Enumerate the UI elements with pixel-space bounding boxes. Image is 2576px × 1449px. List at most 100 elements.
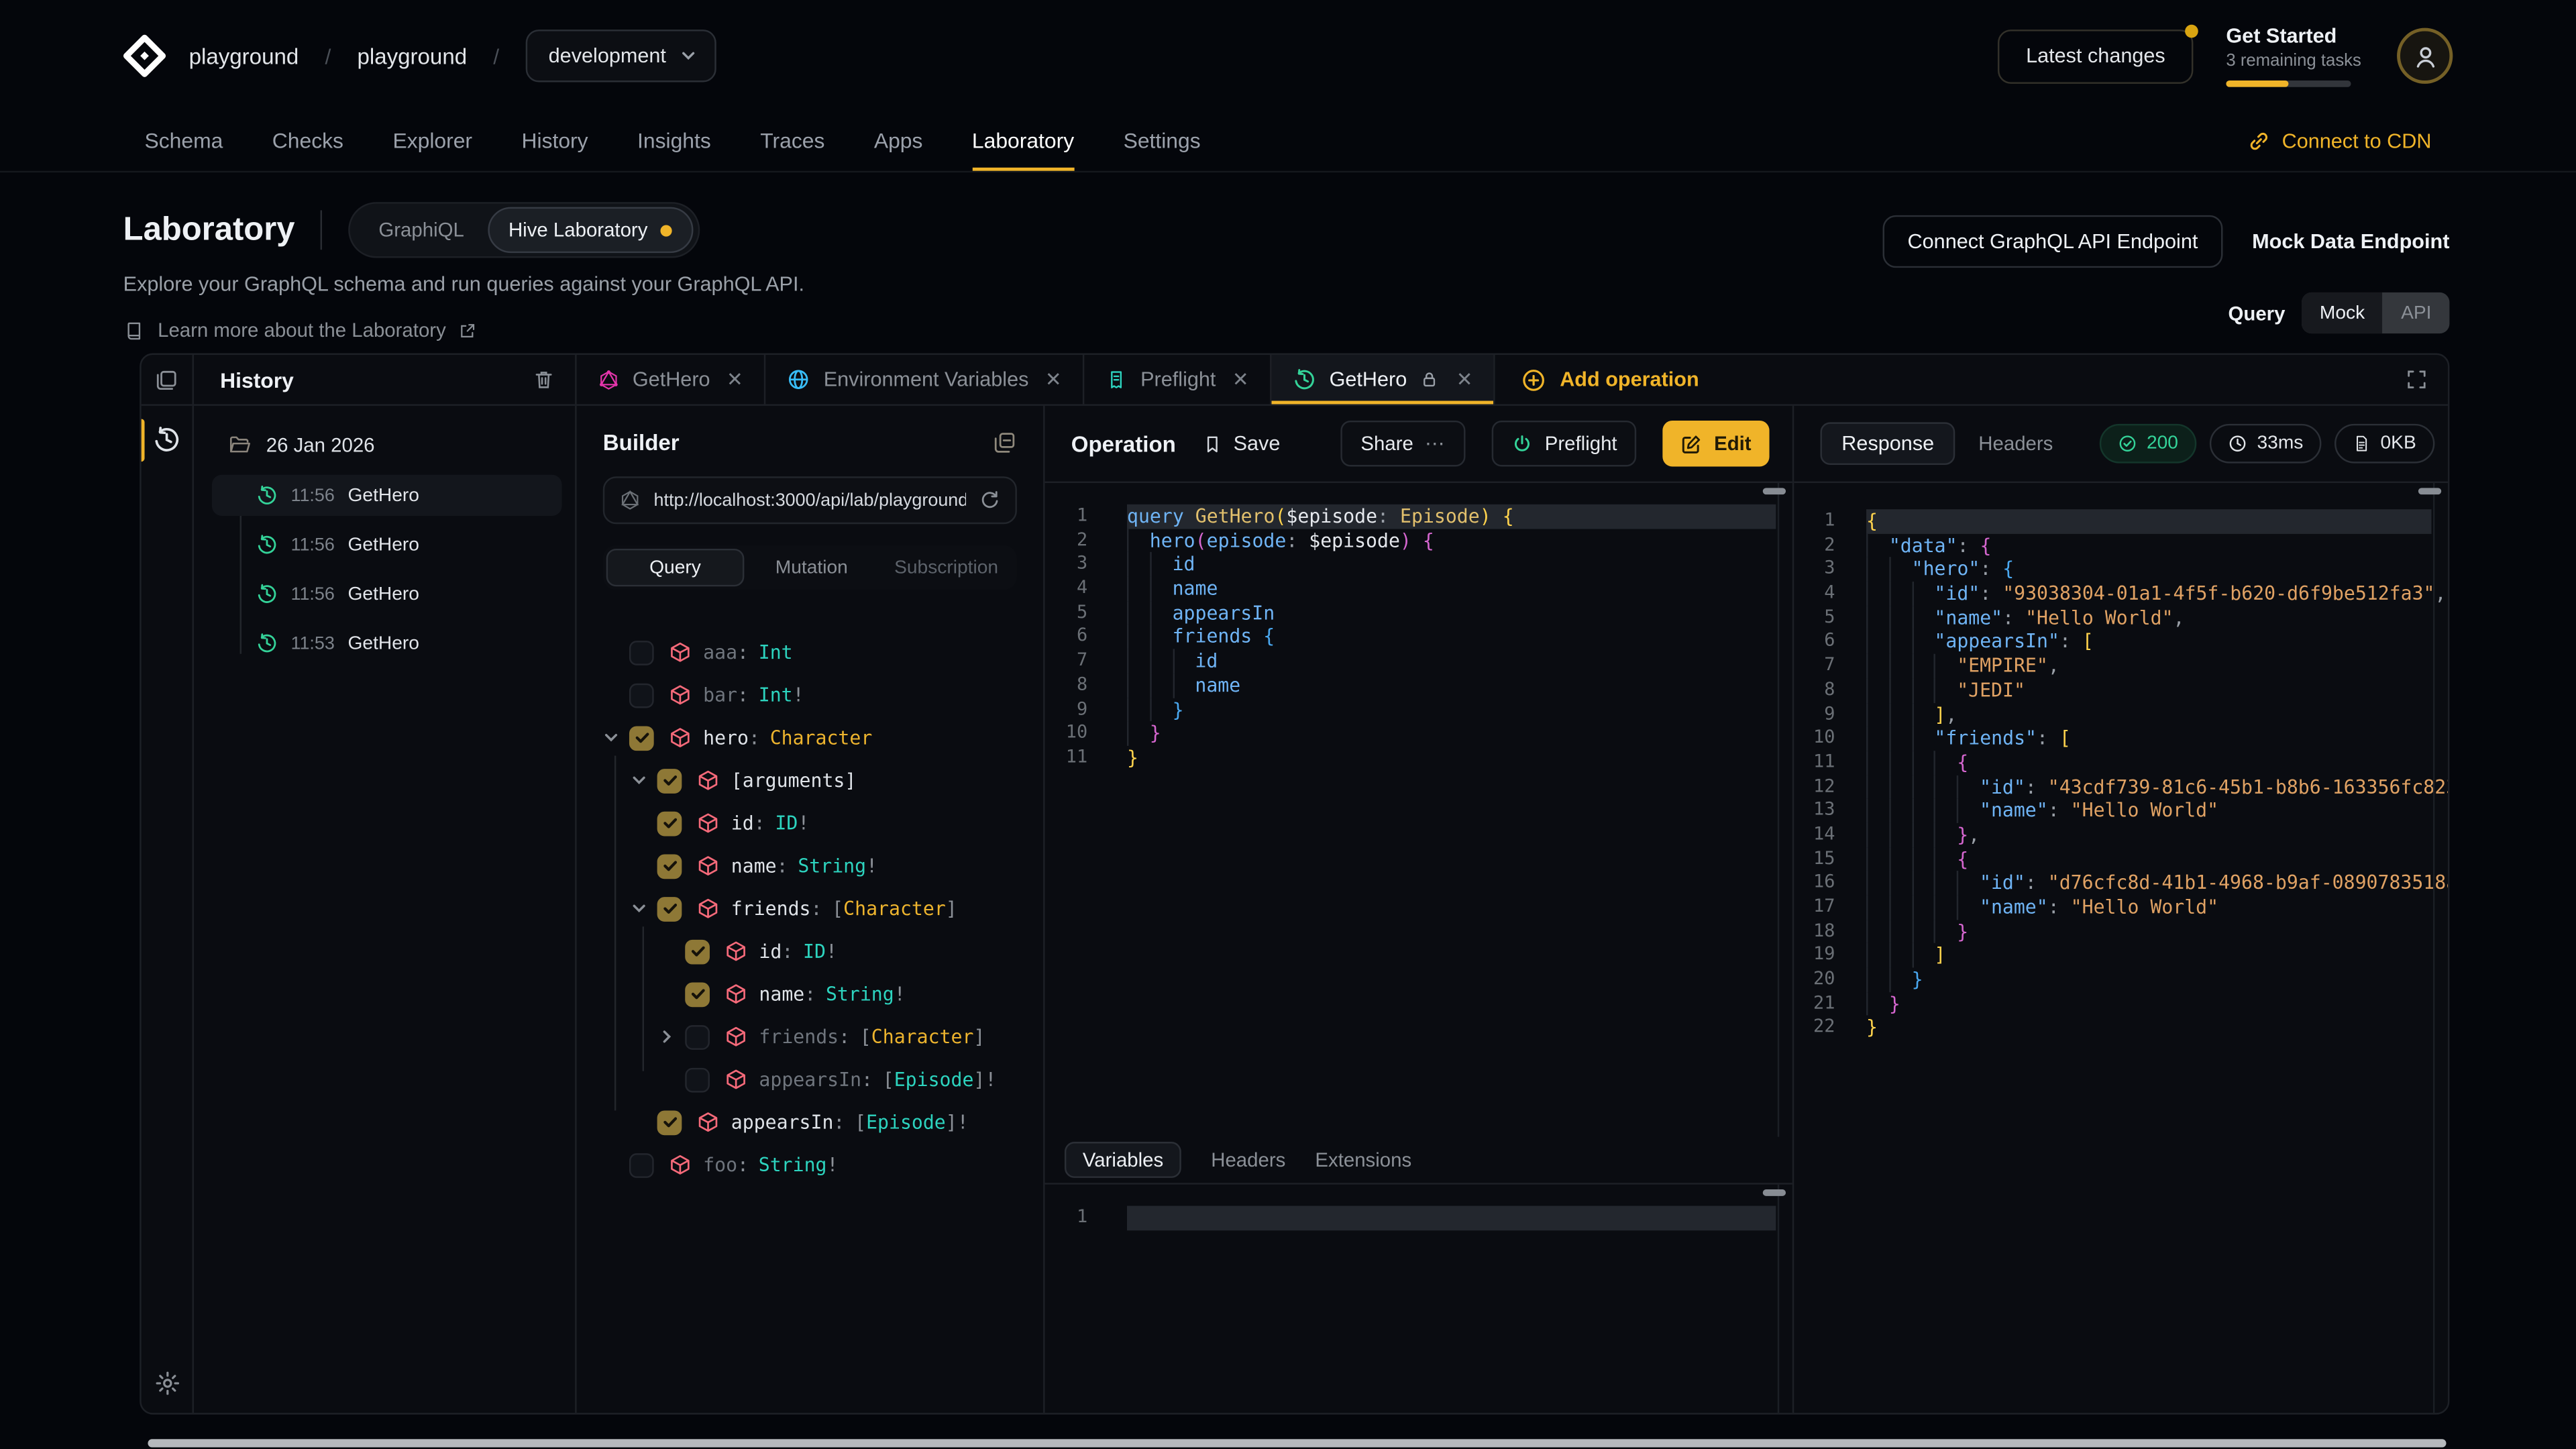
history-item[interactable]: 11:53GetHero	[212, 623, 562, 663]
field-checkbox[interactable]	[629, 683, 654, 708]
field-row-friends[interactable]: friends:[Character]	[603, 1015, 1017, 1058]
breadcrumb-org[interactable]: playground	[189, 44, 299, 68]
hive-laboratory-app: playground / playground / development La…	[0, 0, 2576, 1449]
field-checkbox[interactable]	[685, 1067, 710, 1092]
nav-item-checks[interactable]: Checks	[272, 112, 343, 171]
connect-endpoint-button[interactable]: Connect GraphQL API Endpoint	[1883, 215, 2222, 268]
field-checkbox[interactable]	[657, 811, 682, 836]
tab-gethero-1[interactable]: GetHero ✕	[577, 355, 766, 404]
field-checkbox[interactable]	[657, 896, 682, 921]
add-operation-button[interactable]: Add operation	[1496, 355, 1725, 404]
trash-icon[interactable]	[532, 368, 555, 391]
field-checkbox[interactable]	[685, 939, 710, 964]
tab-preflight[interactable]: Preflight ✕	[1085, 355, 1272, 404]
history-date-group[interactable]: 26 Jan 2026	[194, 429, 575, 462]
nav-item-apps[interactable]: Apps	[874, 112, 923, 171]
tab-gethero-2-active[interactable]: GetHero ✕	[1272, 355, 1496, 404]
preflight-button[interactable]: Preflight	[1492, 421, 1637, 467]
field-row-bar[interactable]: bar:Int!	[603, 674, 1017, 716]
toggle-api[interactable]: API	[2383, 292, 2449, 333]
field-checkbox[interactable]	[629, 1152, 654, 1177]
get-started-widget[interactable]: Get Started 3 remaining tasks	[2226, 25, 2364, 87]
nav-item-schema[interactable]: Schema	[145, 112, 223, 171]
field-checkbox[interactable]	[657, 1110, 682, 1134]
close-icon[interactable]: ✕	[1045, 368, 1062, 391]
gear-icon[interactable]	[142, 1370, 193, 1396]
mock-endpoint-button[interactable]: Mock Data Endpoint	[2252, 230, 2449, 253]
nav-item-traces[interactable]: Traces	[760, 112, 824, 171]
tab-mutation[interactable]: Mutation	[744, 549, 879, 586]
variables-editor[interactable]: 1	[1045, 1185, 1792, 1413]
horizontal-scrollbar[interactable]	[148, 1439, 2446, 1447]
tabs-icon[interactable]	[142, 355, 194, 404]
scrollbar-thumb[interactable]	[2418, 488, 2441, 494]
caret-down-icon[interactable]	[603, 729, 629, 745]
code-line: "friends": [	[1866, 727, 2431, 751]
nav-item-laboratory[interactable]: Laboratory	[972, 112, 1074, 171]
operation-editor[interactable]: 1234567891011 query GetHero($episode: Ep…	[1045, 483, 1792, 1137]
history-item[interactable]: 11:56GetHero	[212, 524, 562, 565]
toggle-mock[interactable]: Mock	[2302, 292, 2383, 333]
check-circle-icon	[2117, 434, 2137, 453]
close-icon[interactable]: ✕	[1456, 368, 1473, 391]
field-row-id[interactable]: id:ID!	[603, 802, 1017, 845]
field-row-foo[interactable]: foo:String!	[603, 1143, 1017, 1186]
refresh-icon[interactable]	[979, 490, 1001, 511]
caret-down-icon[interactable]	[631, 900, 657, 916]
tab-response-headers[interactable]: Headers	[1978, 432, 2053, 455]
caret-right-icon[interactable]	[659, 1028, 685, 1044]
mode-graphiql[interactable]: GraphiQL	[356, 207, 487, 254]
environment-select[interactable]: development	[525, 30, 716, 82]
breadcrumb-project[interactable]: playground	[358, 44, 468, 68]
field-row-appearsIn[interactable]: appearsIn:[Episode]!	[603, 1101, 1017, 1144]
share-button[interactable]: Share ⋯	[1341, 421, 1466, 467]
field-checkbox[interactable]	[657, 768, 682, 793]
field-row-name[interactable]: name:String!	[603, 973, 1017, 1016]
field-row-name[interactable]: name:String!	[603, 845, 1017, 888]
endpoint-url-input[interactable]	[654, 490, 966, 510]
scrollbar-thumb[interactable]	[1763, 1189, 1786, 1196]
field-checkbox[interactable]	[629, 725, 654, 750]
code-line: "EMPIRE",	[1866, 654, 2431, 678]
nav-item-settings[interactable]: Settings	[1124, 112, 1201, 171]
avatar[interactable]	[2397, 28, 2453, 84]
learn-more-link[interactable]: Learn more about the Laboratory	[123, 319, 804, 341]
tab-response[interactable]: Response	[1820, 422, 1955, 465]
history-item[interactable]: 11:56GetHero	[212, 574, 562, 614]
tab-query[interactable]: Query	[606, 549, 745, 586]
history-rail-icon[interactable]	[142, 425, 193, 453]
latest-changes-button[interactable]: Latest changes	[1998, 29, 2193, 83]
tab-subscription[interactable]: Subscription	[879, 549, 1014, 586]
field-row-hero[interactable]: hero:Character	[603, 716, 1017, 759]
collapse-panel-icon[interactable]	[992, 431, 1017, 455]
field-checkbox[interactable]	[629, 640, 654, 665]
nav-item-insights[interactable]: Insights	[637, 112, 711, 171]
field-row-aaa[interactable]: aaa:Int	[603, 631, 1017, 674]
mode-hive-laboratory[interactable]: Hive Laboratory	[487, 207, 694, 254]
caret-down-icon[interactable]	[631, 772, 657, 788]
tab-headers[interactable]: Headers	[1211, 1148, 1285, 1171]
edit-button[interactable]: Edit	[1663, 421, 1769, 467]
field-checkbox[interactable]	[657, 853, 682, 878]
code-line: hero(episode: $episode) {	[1127, 529, 1776, 553]
response-viewer[interactable]: 12345678910111213141516171819202122 {"da…	[1794, 483, 2448, 1413]
tab-extensions[interactable]: Extensions	[1315, 1148, 1411, 1171]
history-item[interactable]: 11:56GetHero	[212, 475, 562, 516]
field-row-arguments[interactable]: [arguments]	[603, 759, 1017, 802]
close-icon[interactable]: ✕	[727, 368, 743, 391]
tab-environment-variables[interactable]: Environment Variables ✕	[766, 355, 1085, 404]
fullscreen-icon[interactable]	[2385, 355, 2448, 404]
close-icon[interactable]: ✕	[1232, 368, 1249, 391]
field-checkbox[interactable]	[685, 1024, 710, 1049]
scrollbar-thumb[interactable]	[1763, 488, 1786, 494]
tab-variables[interactable]: Variables	[1065, 1142, 1181, 1178]
nav-item-history[interactable]: History	[522, 112, 588, 171]
nav-item-explorer[interactable]: Explorer	[392, 112, 472, 171]
save-button[interactable]: Save	[1202, 432, 1280, 455]
field-row-id[interactable]: id:ID!	[603, 930, 1017, 973]
field-checkbox[interactable]	[685, 981, 710, 1006]
field-row-friends[interactable]: friends:[Character]	[603, 887, 1017, 930]
connect-to-cdn-link[interactable]: Connect to CDN	[2247, 112, 2431, 171]
hive-logo-icon[interactable]	[123, 34, 166, 77]
field-row-appearsIn[interactable]: appearsIn:[Episode]!	[603, 1058, 1017, 1101]
